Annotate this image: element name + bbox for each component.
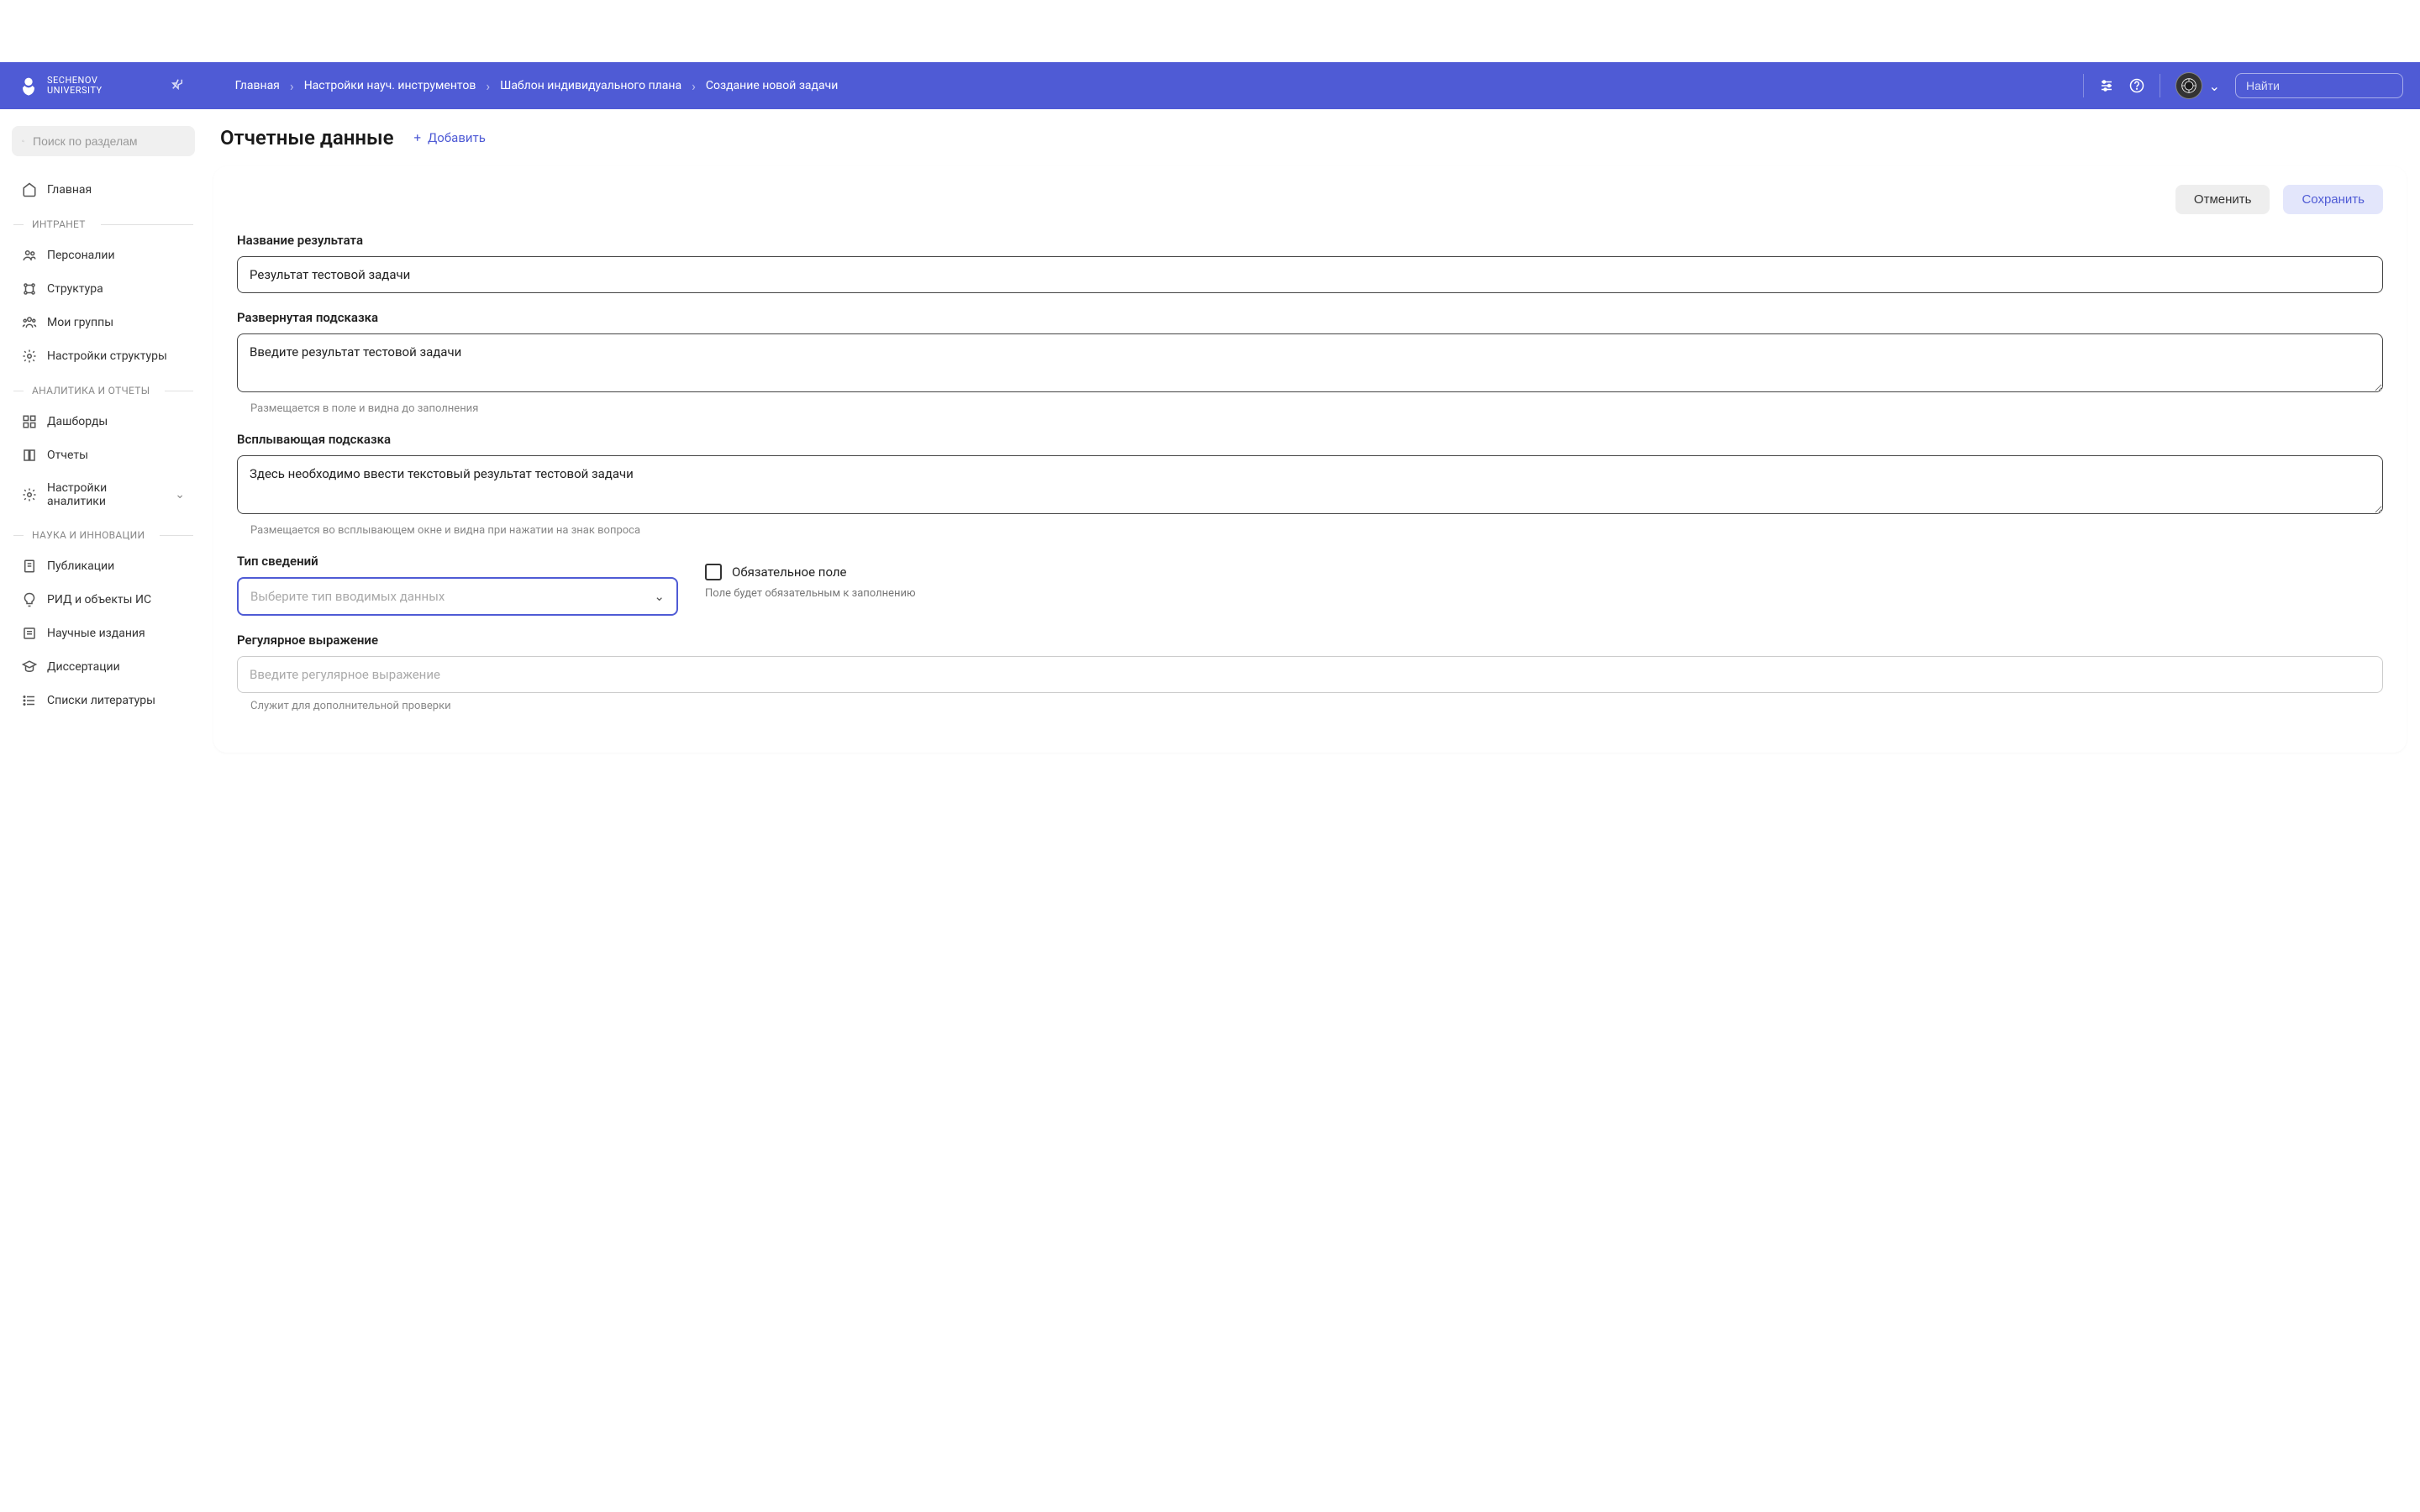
form-row-type: Тип сведений Выберите тип вводимых данны… — [237, 554, 2383, 633]
checkbox-required-label: Обязательное поле — [732, 564, 847, 580]
sidebar-item-scientific-publications[interactable]: Научные издания — [12, 617, 195, 650]
logo[interactable]: SECHENOVUNIVERSITY — [17, 74, 103, 97]
checkbox-required-wrap: Обязательное поле — [705, 564, 2383, 580]
hint-required: Поле будет обязательным к заполнению — [705, 587, 2383, 600]
chevron-right-icon: › — [486, 78, 490, 94]
cancel-button[interactable]: Отменить — [2175, 185, 2270, 214]
select-data-type[interactable]: Выберите тип вводимых данных ⌄ — [237, 577, 678, 616]
card-actions: Отменить Сохранить — [237, 185, 2383, 214]
label-result-name: Название результата — [237, 233, 2383, 248]
logo-icon — [17, 74, 40, 97]
input-regex[interactable] — [237, 656, 2383, 693]
gear-icon — [22, 349, 37, 364]
search-icon — [22, 134, 24, 148]
chevron-down-icon: ⌄ — [2209, 78, 2220, 94]
home-icon — [22, 182, 37, 197]
lightbulb-icon — [22, 592, 37, 607]
nav-section-intranet: ИНТРАНЕТ — [12, 207, 195, 239]
chevron-down-icon: ⌄ — [175, 488, 185, 501]
help-icon[interactable] — [2129, 78, 2144, 93]
sidebar-item-structure-settings[interactable]: Настройки структуры — [12, 339, 195, 373]
breadcrumb: Главная › Настройки науч. инструментов ›… — [235, 78, 2066, 94]
sidebar-item-publications[interactable]: Публикации — [12, 549, 195, 583]
save-button[interactable]: Сохранить — [2283, 185, 2383, 214]
sidebar-item-home[interactable]: Главная — [12, 173, 195, 207]
checkbox-required[interactable] — [705, 564, 722, 580]
sidebar-item-personnel[interactable]: Персоналии — [12, 239, 195, 272]
input-result-name[interactable] — [237, 256, 2383, 293]
logo-text: SECHENOVUNIVERSITY — [47, 76, 103, 96]
list-icon — [22, 693, 37, 708]
gear-icon — [22, 487, 37, 502]
header-actions: ⌄ — [2083, 72, 2403, 99]
hint-popup: Размещается во всплывающем окне и видна … — [237, 524, 2383, 537]
sidebar-item-dissertations[interactable]: Диссертации — [12, 650, 195, 684]
form-group-data-type: Тип сведений Выберите тип вводимых данны… — [237, 554, 678, 616]
chevron-down-icon: ⌄ — [654, 589, 665, 604]
sidebar-item-bibliography[interactable]: Списки литературы — [12, 684, 195, 717]
textarea-expanded-hint[interactable] — [237, 333, 2383, 392]
label-regex: Регулярное выражение — [237, 633, 2383, 648]
hint-expanded: Размещается в поле и видна до заполнения — [237, 402, 2383, 415]
header-search-input[interactable] — [2246, 79, 2398, 92]
sidebar-item-reports[interactable]: Отчеты — [12, 438, 195, 472]
add-button[interactable]: + Добавить — [414, 130, 486, 145]
sidebar-item-structure[interactable]: Структура — [12, 272, 195, 306]
sidebar-item-analytics-settings[interactable]: Настройки аналитики⌄ — [12, 472, 195, 517]
hint-regex: Служит для дополнительной проверки — [237, 700, 2383, 712]
breadcrumb-item[interactable]: Создание новой задачи — [706, 79, 838, 92]
form-group-popup-hint: Всплывающая подсказка Размещается во всп… — [237, 432, 2383, 537]
label-expanded-hint: Развернутая подсказка — [237, 310, 2383, 325]
settings-sliders-icon[interactable] — [2099, 78, 2114, 93]
form-group-regex: Регулярное выражение Служит для дополнит… — [237, 633, 2383, 712]
sidebar-search[interactable] — [12, 126, 195, 156]
form-card: Отменить Сохранить Название результата Р… — [213, 166, 2407, 753]
document-icon — [22, 559, 37, 574]
label-popup-hint: Всплывающая подсказка — [237, 432, 2383, 447]
book-icon — [22, 448, 37, 463]
page-header: Отчетные данные + Добавить — [213, 126, 2407, 150]
structure-icon — [22, 281, 37, 297]
header-search[interactable] — [2235, 73, 2403, 98]
group-icon — [22, 315, 37, 330]
label-data-type: Тип сведений — [237, 554, 678, 569]
nav-section-analytics: АНАЛИТИКА И ОТЧЕТЫ — [12, 373, 195, 405]
chevron-right-icon: › — [290, 78, 294, 94]
graduation-icon — [22, 659, 37, 675]
breadcrumb-item[interactable]: Настройки науч. инструментов — [304, 79, 476, 92]
form-group-expanded-hint: Развернутая подсказка Размещается в поле… — [237, 310, 2383, 415]
breadcrumb-item[interactable]: Главная — [235, 79, 280, 92]
pin-icon[interactable] — [170, 76, 185, 95]
sidebar-item-rid[interactable]: РИД и объекты ИС — [12, 583, 195, 617]
breadcrumb-item[interactable]: Шаблон индивидуального плана — [500, 79, 681, 92]
sidebar-item-groups[interactable]: Мои группы — [12, 306, 195, 339]
textarea-popup-hint[interactable] — [237, 455, 2383, 514]
sidebar: Главная ИНТРАНЕТ Персоналии Структура Мо… — [0, 109, 207, 769]
plus-icon: + — [414, 130, 422, 145]
sidebar-search-input[interactable] — [33, 134, 185, 148]
main-content: Отчетные данные + Добавить Отменить Сохр… — [207, 109, 2420, 769]
dashboard-icon — [22, 414, 37, 429]
user-menu[interactable]: ⌄ — [2175, 72, 2220, 99]
form-group-result-name: Название результата — [237, 233, 2383, 293]
avatar — [2175, 72, 2202, 99]
chevron-right-icon: › — [692, 78, 696, 94]
users-icon — [22, 248, 37, 263]
sidebar-item-dashboards[interactable]: Дашборды — [12, 405, 195, 438]
page-title: Отчетные данные — [220, 126, 394, 150]
top-header: SECHENOVUNIVERSITY Главная › Настройки н… — [0, 62, 2420, 109]
newspaper-icon — [22, 626, 37, 641]
nav-section-science: НАУКА И ИННОВАЦИИ — [12, 517, 195, 549]
